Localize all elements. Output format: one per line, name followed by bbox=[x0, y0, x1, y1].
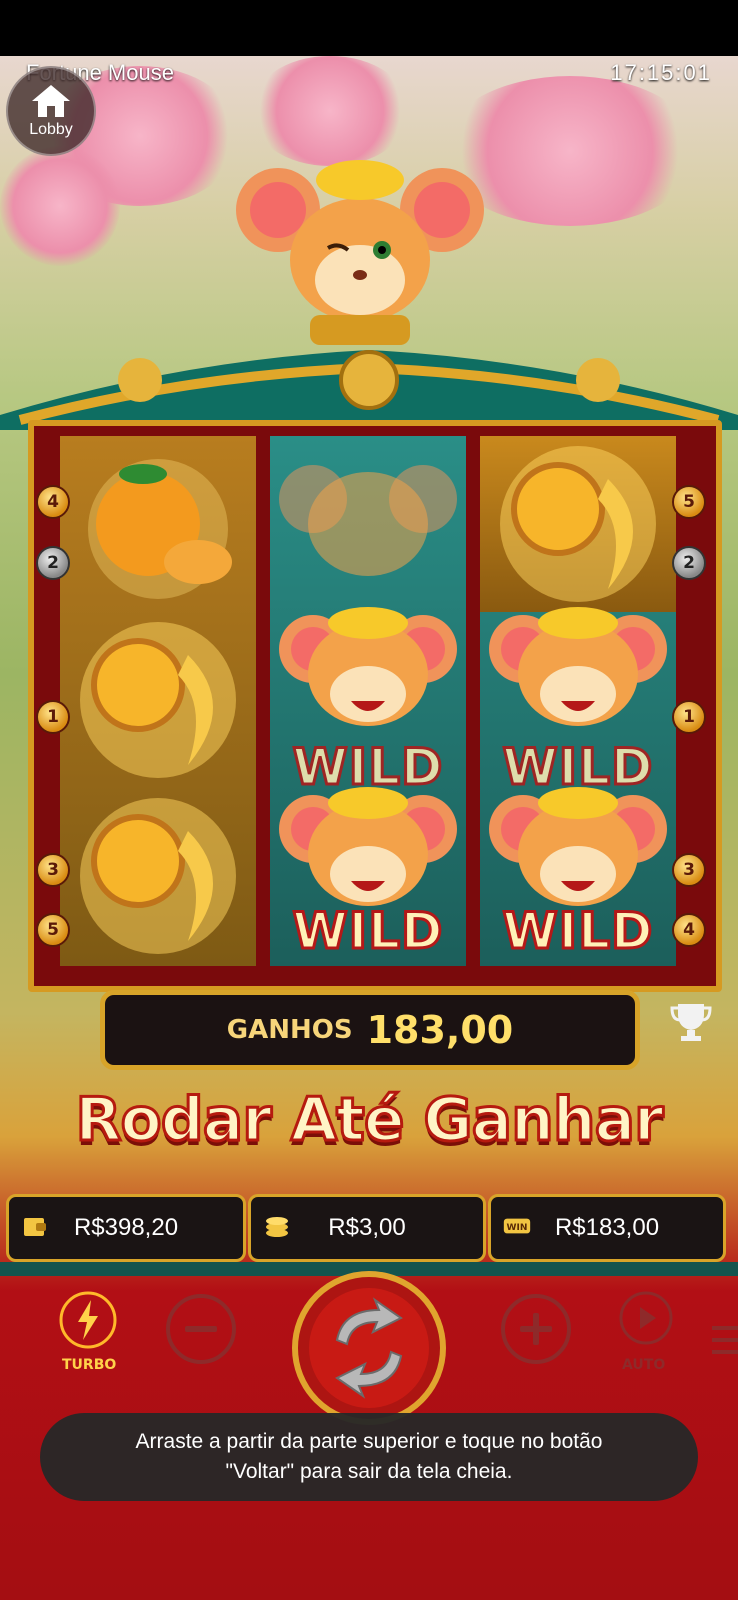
hamburger-menu-icon bbox=[712, 1326, 738, 1354]
coins-icon bbox=[266, 1217, 288, 1237]
win-value: R$183,00 bbox=[554, 1214, 660, 1241]
wallet-icon bbox=[24, 1218, 46, 1236]
mouse-wild-icon bbox=[279, 465, 457, 576]
payline-marker: 1 bbox=[36, 700, 70, 734]
increase-bet-button[interactable] bbox=[500, 1293, 572, 1365]
payline-marker: 4 bbox=[36, 485, 70, 519]
win-amount: 183,00 bbox=[366, 1008, 514, 1052]
orange-icon bbox=[88, 459, 232, 599]
lightning-icon bbox=[78, 1300, 98, 1340]
bet-value: R$3,00 bbox=[328, 1214, 406, 1241]
gold-ingot-icon bbox=[500, 446, 656, 602]
gold-coin-symbol bbox=[60, 788, 256, 964]
home-icon bbox=[32, 85, 70, 117]
minus-icon bbox=[185, 1326, 217, 1332]
wild-mouse-symbol bbox=[270, 586, 466, 762]
mouse-wild-icon bbox=[489, 607, 667, 726]
reel-1 bbox=[60, 436, 256, 966]
turbo-button[interactable] bbox=[58, 1290, 118, 1350]
reel-3: WILD WILD bbox=[480, 436, 676, 966]
win-panel: GANHOS 183,00 bbox=[100, 990, 640, 1070]
wild-label: WILD bbox=[501, 901, 654, 962]
gold-ingot-icon bbox=[80, 622, 236, 778]
auto-label: AUTO bbox=[622, 1357, 666, 1373]
toast-message: Arraste a partir da parte superior e toq… bbox=[135, 1430, 603, 1483]
payline-marker: 3 bbox=[672, 853, 706, 887]
win-badge-icon: WIN bbox=[503, 1218, 531, 1234]
gold-ingot-icon bbox=[80, 798, 236, 954]
wild-label: WILD bbox=[291, 737, 444, 798]
mouse-wild-icon bbox=[279, 607, 457, 726]
balance-box: R$398,20 bbox=[6, 1194, 246, 1262]
payline-marker: 3 bbox=[36, 853, 70, 887]
spin-button[interactable] bbox=[291, 1270, 447, 1426]
balance-value: R$398,20 bbox=[73, 1214, 179, 1241]
spin-until-win-banner: Rodar Até Ganhar bbox=[74, 1084, 665, 1157]
win-box: WIN R$183,00 bbox=[488, 1194, 726, 1262]
menu-button[interactable] bbox=[710, 1322, 738, 1362]
fullscreen-toast: Arraste a partir da parte superior e toq… bbox=[40, 1413, 698, 1501]
payline-marker: 5 bbox=[36, 913, 70, 947]
wild-label: WILD bbox=[291, 901, 444, 962]
payline-marker: 1 bbox=[672, 700, 706, 734]
gold-coin-symbol bbox=[60, 612, 256, 788]
trophy-icon[interactable] bbox=[668, 998, 714, 1044]
payline-marker: 4 bbox=[672, 913, 706, 947]
payline-marker: 2 bbox=[36, 546, 70, 580]
play-icon bbox=[640, 1307, 656, 1329]
wild-label: WILD bbox=[501, 737, 654, 798]
temple-roof bbox=[0, 350, 738, 430]
bet-box[interactable]: R$3,00 bbox=[248, 1194, 486, 1262]
payline-marker: 5 bbox=[672, 485, 706, 519]
wild-mouse-symbol bbox=[480, 586, 676, 762]
info-row: R$398,20 R$3,00 WIN R$183,00 bbox=[0, 1194, 738, 1262]
lobby-label: Lobby bbox=[29, 121, 73, 138]
blossom-decoration bbox=[0, 146, 120, 266]
orange-symbol bbox=[60, 436, 256, 612]
lobby-button[interactable]: Lobby bbox=[6, 66, 96, 156]
reel-2: WILD WILD bbox=[270, 436, 466, 966]
win-badge-text: WIN bbox=[507, 1223, 528, 1233]
payline-marker: 2 bbox=[672, 546, 706, 580]
auto-spin-button[interactable] bbox=[616, 1290, 676, 1350]
status-bar bbox=[0, 0, 738, 56]
decrease-bet-button[interactable] bbox=[165, 1293, 237, 1365]
turbo-label: TURBO bbox=[62, 1357, 117, 1373]
game-clock: 17:15:01 bbox=[610, 60, 712, 85]
plus-icon bbox=[520, 1313, 552, 1345]
win-label: GANHOS bbox=[226, 1015, 353, 1045]
